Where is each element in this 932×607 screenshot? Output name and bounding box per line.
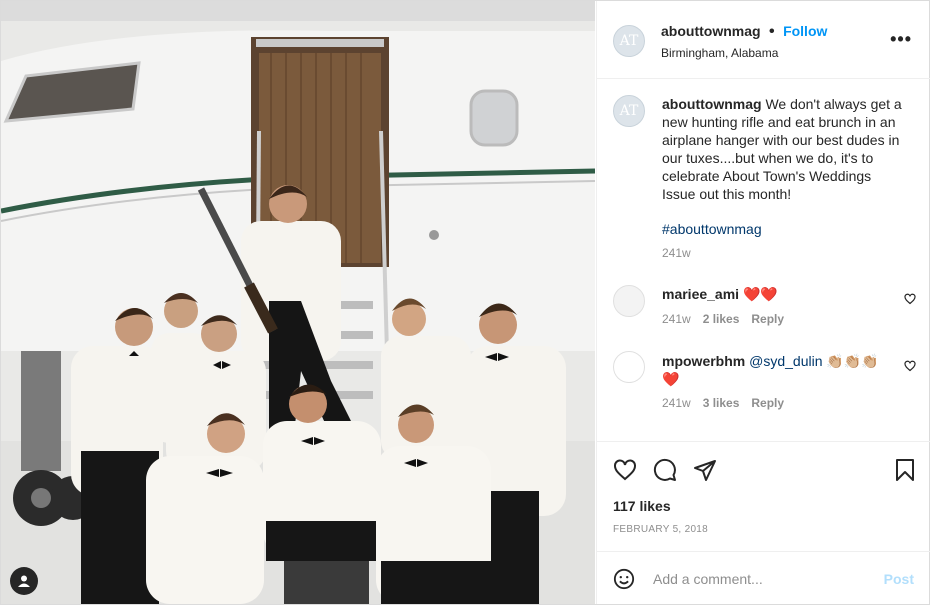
comment-likes[interactable]: 3 likes [703,396,740,410]
emoji-icon[interactable] [613,568,635,595]
add-comment-input[interactable]: Add a comment... [653,571,763,587]
comment-meta: 241w 3 likes Reply [662,396,784,410]
user-tag-icon[interactable] [10,567,38,595]
post-details-panel: AT abouttownmag • Follow Birmingham, Ala… [596,1,930,604]
comment-avatar[interactable] [613,285,645,317]
comment-item: mariee_ami ❤️❤️ [662,286,778,303]
comment-likes[interactable]: 2 likes [703,312,740,326]
add-comment-bar: Add a comment... Post [597,551,930,604]
avatar-initials: AT [619,33,639,49]
comment-meta: 241w 2 likes Reply [662,312,784,326]
avatar-initials: AT [619,103,639,119]
reply-button[interactable]: Reply [751,396,784,410]
bookmark-icon[interactable] [894,458,916,487]
separator-dot: • [769,23,775,40]
comment-like-heart-icon[interactable] [904,292,916,310]
post-header: AT abouttownmag • Follow Birmingham, Ala… [597,1,930,79]
comments-list[interactable]: AT abouttownmag We don't always get a ne… [597,79,930,441]
author-username[interactable]: abouttownmag [661,23,761,39]
like-heart-icon[interactable] [613,458,637,487]
follow-button[interactable]: Follow [783,23,827,39]
caption-avatar[interactable]: AT [613,95,645,127]
share-send-icon[interactable] [693,458,717,487]
more-options-icon[interactable]: ••• [890,29,912,50]
comment-time[interactable]: 241w [662,396,691,410]
post-comment-button[interactable]: Post [884,571,914,587]
caption: abouttownmag We don't always get a new h… [662,95,907,203]
comment-item: mpowerbhm @syd_dulin 👏🏼👏🏼👏🏼 ❤️ [662,352,882,388]
reply-button[interactable]: Reply [751,312,784,326]
caption-hashtag[interactable]: #abouttownmag [662,221,762,237]
comment-avatar[interactable] [613,351,645,383]
post-date[interactable]: FEBRUARY 5, 2018 [613,524,708,535]
post-photo[interactable] [1,1,595,604]
post-actions: 117 likes FEBRUARY 5, 2018 [597,441,930,551]
caption-time[interactable]: 241w [662,246,691,260]
comment-time[interactable]: 241w [662,312,691,326]
likes-count[interactable]: 117 likes [613,498,671,514]
post-location[interactable]: Birmingham, Alabama [661,46,778,60]
caption-username[interactable]: abouttownmag [662,96,762,112]
comment-username[interactable]: mariee_ami [662,286,739,302]
comment-like-heart-icon[interactable] [904,359,916,377]
comment-text: ❤️❤️ [742,286,778,302]
comment-bubble-icon[interactable] [653,458,677,487]
comment-username[interactable]: mpowerbhm [662,353,745,369]
author-avatar[interactable]: AT [613,25,645,57]
